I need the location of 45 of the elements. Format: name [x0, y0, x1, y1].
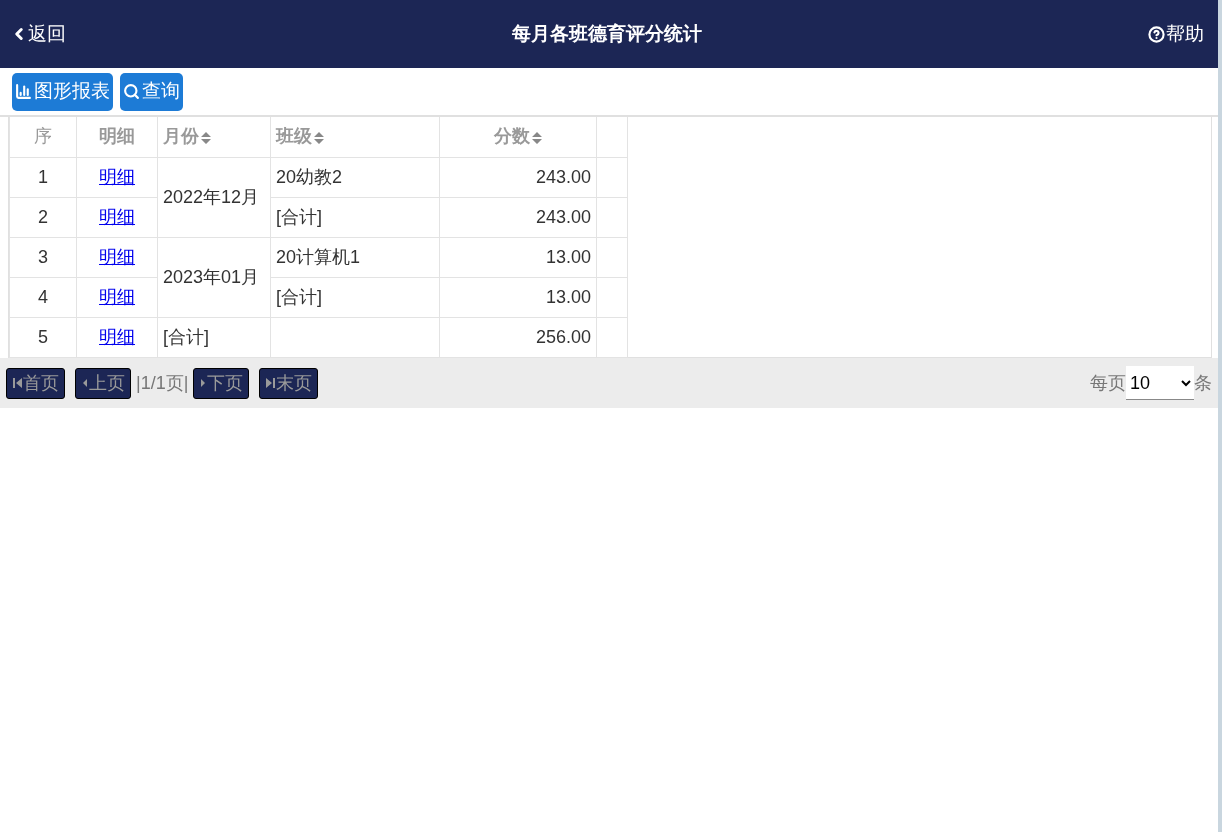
table-cell: [合计] — [270, 197, 440, 237]
page-title: 每月各班德育评分统计 — [512, 21, 702, 46]
table-cell: 256.00 — [439, 317, 597, 357]
help-icon — [1148, 25, 1165, 43]
table-cell: 243.00 — [439, 197, 597, 237]
sort-icon[interactable] — [313, 130, 325, 145]
next-page-icon — [199, 377, 208, 389]
table-cell: 20计算机1 — [270, 237, 440, 277]
prev-page-icon — [81, 377, 89, 389]
table-cell: 13.00 — [439, 237, 597, 277]
table-cell: 2022年12月 — [157, 157, 271, 237]
table-cell: 2 — [9, 197, 77, 237]
help-button[interactable]: 帮助 — [1148, 19, 1204, 49]
table-cell: [合计] — [157, 317, 271, 357]
last-page-icon — [265, 377, 277, 389]
page-size-select[interactable]: 10 — [1126, 366, 1194, 400]
table-cell: 3 — [9, 237, 77, 277]
table-cell: 5 — [9, 317, 77, 357]
table-cell: 13.00 — [439, 277, 597, 317]
table-cell: 4 — [9, 277, 77, 317]
page-info: |1/1页| — [136, 371, 189, 395]
per-page-label: 每页 — [1090, 371, 1126, 395]
sort-icon[interactable] — [200, 130, 212, 145]
column-header[interactable]: 分数 — [439, 117, 597, 157]
last-page-button[interactable]: 末页 — [259, 367, 319, 399]
sort-icon[interactable] — [530, 130, 543, 145]
per-page-unit: 条 — [1194, 371, 1212, 395]
search-icon — [123, 83, 140, 100]
column-header: 明细 — [76, 117, 158, 157]
column-header[interactable]: 月份 — [157, 117, 271, 157]
chart-report-button[interactable]: 图形报表 — [12, 72, 113, 111]
table-cell: 20幼教2 — [270, 157, 440, 197]
query-button[interactable]: 查询 — [120, 72, 183, 111]
first-page-button[interactable]: 首页 — [6, 367, 65, 399]
table-cell: 2023年01月 — [157, 237, 271, 317]
table-cell: 243.00 — [439, 157, 597, 197]
table-cell: [合计] — [270, 277, 440, 317]
next-page-button[interactable]: 下页 — [193, 367, 250, 399]
first-page-icon — [12, 377, 23, 389]
table-cell: 1 — [9, 157, 77, 197]
prev-page-button[interactable]: 上页 — [75, 367, 131, 399]
bar-chart-icon — [15, 83, 32, 100]
column-header[interactable]: 班级 — [270, 117, 440, 157]
back-button[interactable]: 返回 — [10, 19, 66, 49]
column-header: 序 — [9, 117, 77, 157]
